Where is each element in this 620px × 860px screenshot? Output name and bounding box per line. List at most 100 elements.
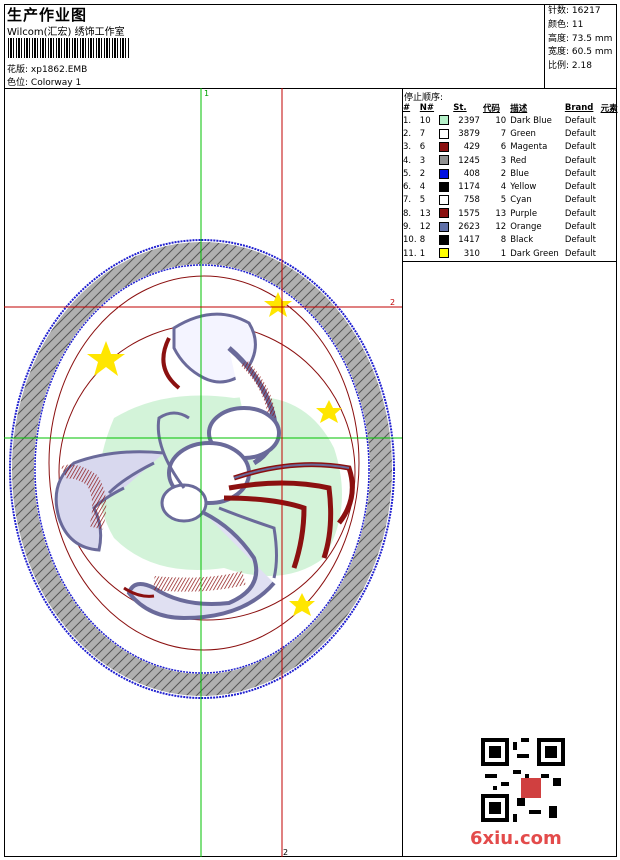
colorway-label: 色位: [7,78,29,88]
qr-code [481,738,565,822]
row-stitches: 2397 [458,115,480,126]
row-stitches: 1174 [458,182,480,193]
row-swatch [439,154,453,167]
row-swatch [439,141,453,154]
row-code: 6 [500,142,507,153]
row-description: Black [510,235,534,246]
row-stitches: 310 [463,248,480,259]
row-brand: Default [564,248,596,259]
row-swatch [439,247,453,260]
stat-width: 宽度: 60.5 mm [548,47,613,58]
row-code: 12 [495,222,507,233]
row-stitches: 429 [463,142,480,153]
row-stitches: 1417 [458,235,480,246]
row-description: Yellow [510,182,537,193]
color-swatch [439,155,450,166]
row-description: Orange [510,222,542,233]
row-description: Green [510,128,536,139]
table-row: 10. 8 1417 8 Black Default [403,234,620,247]
stat-scale: 比例: 2.18 [548,61,592,72]
table-row: 4. 3 1245 3 Red Default [403,154,620,167]
col-needle: N# [419,102,435,113]
row-swatch [439,194,453,207]
watermark: 6xiu.com [470,828,562,849]
row-index: 2. [403,128,412,139]
row-code: 3 [500,155,507,166]
color-stop-table: # N# St. 代码 描述 Brand 元素 1. 10 2397 10 Dark B… [403,101,620,260]
list-bottom-divider [402,261,617,262]
row-brand: Default [564,235,596,246]
color-swatch [439,195,450,206]
embroidery-preview: 1 2 2 [4,88,402,857]
table-row: 7. 5 758 5 Cyan Default [403,194,620,207]
row-description: Purple [510,208,538,219]
row-stitches: 3879 [458,128,480,139]
row-swatch [439,234,453,247]
colorway-row: 色位: Colorway 1 [7,75,81,88]
row-brand: Default [564,142,596,153]
row-element [601,154,620,167]
row-code: 5 [500,195,507,206]
table-row: 6. 4 1174 4 Yellow Default [403,180,620,193]
row-element [601,167,620,180]
row-stitches: 408 [463,168,480,179]
row-index: 6. [403,182,412,193]
row-needle: 13 [419,208,431,219]
row-needle: 3 [419,155,426,166]
table-header: # N# St. 代码 描述 Brand 元素 [403,101,620,114]
table-row: 1. 10 2397 10 Dark Blue Default [403,114,620,127]
design-row: 花版: xp1862.EMB [7,62,87,75]
color-swatch [439,128,450,139]
row-element [601,127,620,140]
row-code: 2 [500,168,507,179]
row-swatch [439,180,453,193]
row-brand: Default [564,182,596,193]
row-brand: Default [564,168,596,179]
col-description: 描述 [510,103,528,114]
row-needle: 2 [419,168,426,179]
row-index: 10. [403,235,417,246]
row-description: Dark Green [510,248,559,259]
row-brand: Default [564,115,596,126]
table-row: 8. 13 1575 13 Purple Default [403,207,620,220]
row-brand: Default [564,128,596,139]
row-stitches: 1575 [458,208,480,219]
row-description: Dark Blue [510,115,552,126]
row-stitches: 1245 [458,155,480,166]
row-index: 7. [403,195,412,206]
barcode [8,38,130,58]
stats-panel: 针数: 16217 颜色: 11 高度: 73.5 mm 宽度: 60.5 mm… [548,5,612,74]
row-needle: 6 [419,142,426,153]
guide-label-h2: 2 [390,298,395,307]
row-element [601,114,620,127]
color-swatch [439,115,450,126]
studio-name: Wilcom(汇宏) 绣饰工作室 [7,27,125,38]
row-element [601,247,620,260]
row-swatch [439,207,453,220]
row-brand: Default [564,222,596,233]
table-row: 3. 6 429 6 Magenta Default [403,141,620,154]
row-needle: 10 [419,115,431,126]
row-element [601,180,620,193]
guide-label-v1: 1 [204,89,209,98]
row-index: 3. [403,142,412,153]
col-index: # [403,102,411,113]
color-swatch [439,181,450,192]
page-title: 生产作业图 [7,6,88,24]
row-swatch [439,114,453,127]
row-element [601,220,620,233]
col-code: 代码 [482,103,500,114]
row-index: 4. [403,155,412,166]
row-needle: 12 [419,222,431,233]
row-description: Blue [510,168,530,179]
color-swatch [439,141,450,152]
design-label: 花版: [7,65,29,75]
row-description: Cyan [510,195,532,206]
row-element [601,194,620,207]
stat-stitches: 针数: 16217 [548,6,601,16]
row-index: 11. [403,248,417,259]
row-description: Red [510,155,527,166]
color-swatch [439,221,450,232]
color-swatch [439,168,450,179]
row-code: 1 [500,248,507,259]
